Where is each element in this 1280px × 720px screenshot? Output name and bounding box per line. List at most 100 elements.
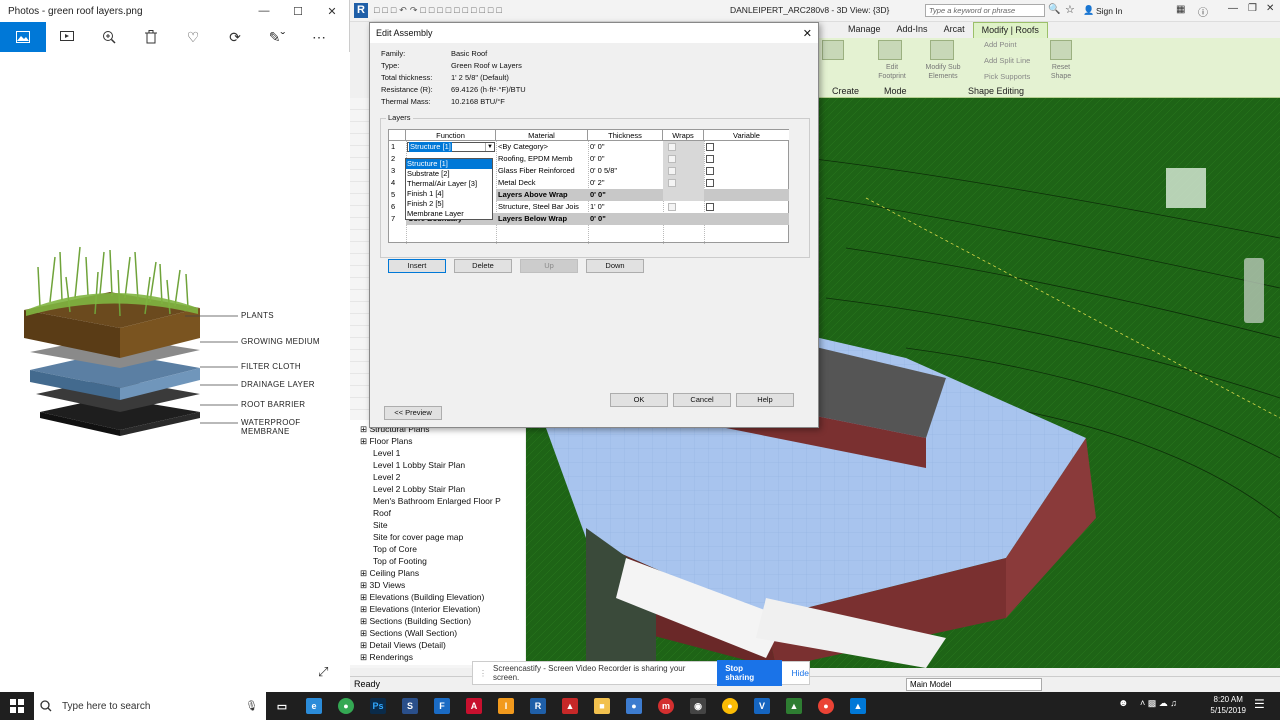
tab-manage[interactable]: Manage [840,22,889,38]
down-button[interactable]: Down [586,259,644,273]
add-split-line-button[interactable]: Add Split Line [984,56,1030,65]
row-1-variable-checkbox[interactable] [706,143,714,151]
revit-taskbar-icon[interactable]: R [522,692,554,720]
row-5-material[interactable]: Layers Above Wrap [496,189,588,201]
browser-item[interactable]: ⊞ 3D Views [360,580,405,591]
cart-icon[interactable]: ▦ [1176,4,1185,15]
taskbar-search[interactable]: Type here to search 🎙 [34,692,266,720]
more-icon[interactable]: ⋯ [298,22,340,52]
row-6-variable-checkbox[interactable] [706,203,714,211]
row-1-material[interactable]: <By Category> [496,141,588,153]
search-input[interactable]: Type a keyword or phrase [925,4,1045,17]
help-button[interactable]: Help [736,393,794,407]
minimize-button[interactable]: — [247,0,281,22]
tray-icons[interactable]: ˄ ▩ ☁ ♫ [1140,698,1177,709]
autocad-icon[interactable]: ▲ [554,692,586,720]
dropdown-option-finish-1[interactable]: Finish 1 [4] [406,189,492,199]
drag-handle-icon[interactable]: ⋮ [479,669,487,678]
preview-button[interactable]: << Preview [384,406,442,420]
dropdown-option-substrate[interactable]: Substrate [2] [406,169,492,179]
ok-button[interactable]: OK [610,393,668,407]
illustrator-icon[interactable]: I [490,692,522,720]
sketchup-icon[interactable]: S [394,692,426,720]
row-4-thickness[interactable]: 0' 2" [588,177,663,189]
up-button[interactable]: Up [520,259,578,273]
browser-item[interactable]: ⊞ Ceiling Plans [360,568,419,579]
reset-shape-button[interactable]: Reset Shape [1044,63,1078,81]
row-3-wraps-checkbox[interactable] [668,167,676,175]
taskbar-clock[interactable]: 8:20 AM 5/15/2019 [1210,694,1246,716]
edit-icon[interactable]: ✎ˇ [256,22,298,52]
maximize-button[interactable]: ☐ [281,0,315,22]
tab-arcat[interactable]: Arcat [936,22,973,38]
star-icon[interactable]: ☆ [1065,3,1075,16]
search-icon[interactable]: 🔍 [1048,4,1060,15]
browser-item[interactable]: ⊞ Elevations (Interior Elevation) [360,604,481,615]
edit-footprint-button[interactable]: Edit Footprint [874,63,910,81]
sign-in-link[interactable]: Sign In [1096,6,1122,16]
help-icon[interactable]: ⓘ [1198,4,1208,19]
heart-icon[interactable]: ♡ [172,22,214,52]
function-dropdown-list[interactable]: Structure [1] Substrate [2] Thermal/Air … [405,158,493,220]
row-2-thickness[interactable]: 0' 0" [588,153,663,165]
hide-button[interactable]: Hide [792,668,809,678]
browser-item[interactable]: ⊞ Detail Views (Detail) [360,640,446,651]
file-explorer-icon[interactable]: ■ [586,692,618,720]
user-icon[interactable]: 👤 [1083,5,1094,16]
browser-item[interactable]: Level 1 [373,448,400,458]
cancel-button[interactable]: Cancel [673,393,731,407]
browser-item[interactable]: Level 1 Lobby Stair Plan [373,460,465,470]
row-6-wraps-checkbox[interactable] [668,203,676,211]
stop-sharing-button[interactable]: Stop sharing [717,660,782,686]
minimize-revit-button[interactable]: — [1228,3,1238,14]
formit-icon[interactable]: F [426,692,458,720]
edit-footprint-icon[interactable] [878,40,902,60]
dropdown-option-thermal[interactable]: Thermal/Air Layer [3] [406,179,492,189]
expand-icon[interactable]: ⤢ [318,664,328,680]
delete-button[interactable]: Delete [454,259,512,273]
close-revit-button[interactable]: ✕ [1266,3,1274,14]
qat-icons[interactable]: □□□↶↷□□□□□□□□□□ [374,5,505,16]
browser-item[interactable]: ⊞ Floor Plans [360,436,412,447]
browser-item[interactable]: Roof [373,508,391,518]
close-button[interactable]: ✕ [315,0,349,22]
browser-item[interactable]: ⊞ Renderings [360,652,413,663]
delete-icon[interactable] [130,22,172,52]
row-4-wraps-checkbox[interactable] [668,179,676,187]
row-7-material[interactable]: Layers Below Wrap [496,213,588,225]
row-5-thickness[interactable]: 0' 0" [588,189,663,201]
edge-icon[interactable]: e [298,692,330,720]
browser-item[interactable]: Level 2 [373,472,400,482]
viewcube-icon[interactable] [1166,168,1206,208]
browser-item[interactable]: ⊞ Sections (Wall Section) [360,628,457,639]
row-1-wraps-checkbox[interactable] [668,143,676,151]
insert-button[interactable]: Insert [388,259,446,273]
modify-sub-elements-button[interactable]: Modify Sub Elements [918,63,968,81]
chrome-3-icon[interactable]: ● [810,692,842,720]
app-icon-v[interactable]: V [746,692,778,720]
tab-add-ins[interactable]: Add-Ins [889,22,936,38]
row-7-thickness[interactable]: 0' 0" [588,213,663,225]
dropdown-option-membrane[interactable]: Membrane Layer [406,209,492,219]
function-combo[interactable]: Structure [1] ▼ [407,142,495,152]
app-icon-red[interactable]: m [650,692,682,720]
chrome-icon[interactable]: ● [330,692,362,720]
rotate-icon[interactable]: ⟳ [214,22,256,52]
app-icon-green[interactable]: ▲ [778,692,810,720]
row-3-material[interactable]: Glass Fiber Reinforced [496,165,588,177]
task-view-icon[interactable]: ▭ [266,692,298,720]
browser-item[interactable]: Top of Core [373,544,417,554]
row-4-material[interactable]: Metal Deck [496,177,588,189]
browser-item[interactable]: Site for cover page map [373,532,463,542]
browser-item[interactable]: ⊞ Elevations (Building Elevation) [360,592,484,603]
dropdown-option-finish-2[interactable]: Finish 2 [5] [406,199,492,209]
row-4-variable-checkbox[interactable] [706,179,714,187]
row-6-thickness[interactable]: 1' 0" [588,201,663,213]
modify-sub-elements-icon[interactable] [930,40,954,60]
photoshop-icon[interactable]: Ps [362,692,394,720]
camera-icon[interactable]: ◉ [682,692,714,720]
browser-item[interactable]: Level 2 Lobby Stair Plan [373,484,465,494]
browser-item[interactable]: Men's Bathroom Enlarged Floor P [373,496,501,506]
dropdown-option-structure[interactable]: Structure [1] [406,159,492,169]
maximize-revit-button[interactable]: ❐ [1248,3,1257,14]
